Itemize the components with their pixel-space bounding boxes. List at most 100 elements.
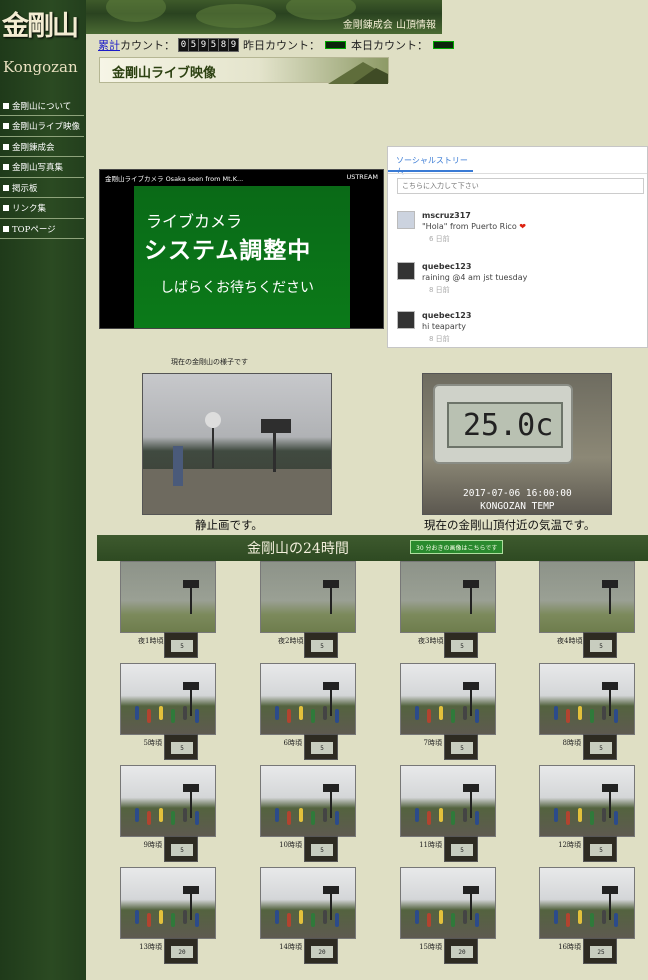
square-bullet-icon (3, 102, 9, 109)
hour-photo[interactable] (539, 765, 635, 837)
hour-temperature[interactable]: 5 (583, 734, 617, 760)
digit: 5 (188, 38, 199, 52)
digit: 8 (218, 38, 229, 52)
hour-label: 15時頃 (419, 943, 442, 951)
hour-photo[interactable] (260, 561, 356, 633)
hour-temperature[interactable]: 5 (583, 836, 617, 862)
hour-label: 6時頃 (283, 739, 302, 747)
post-user[interactable]: mscruz317 (422, 211, 471, 220)
hour-photo[interactable] (400, 663, 496, 735)
stream-line3: しばらくお待ちください (160, 280, 314, 296)
post-message: hi teaparty (422, 322, 466, 331)
nav-label: 金剛山について (12, 101, 72, 112)
hour-cell: 12時頃 5 (539, 765, 635, 862)
hour-temperature[interactable]: 25 (583, 938, 617, 964)
hour-temperature[interactable]: 5 (444, 836, 478, 862)
hour-temperature[interactable]: 5 (304, 734, 338, 760)
nav-item-top[interactable]: TOPページ (0, 219, 84, 239)
tab-social-stream[interactable]: ソーシャルストリーム (388, 147, 473, 176)
post-message: raining @4 am jst tuesday (422, 273, 528, 282)
hour-label: 夜3時頃 (418, 637, 444, 645)
hour-label: 夜4時頃 (557, 637, 583, 645)
hour-photo[interactable] (260, 663, 356, 735)
hour-cell: 夜1時頃 5 (120, 561, 216, 658)
hour-photo[interactable] (400, 867, 496, 939)
hour-cell: 7時頃 5 (400, 663, 496, 760)
nav-label: 金剛錬成会 (12, 142, 55, 153)
still-caption: 静止画です。 (195, 518, 263, 532)
hour-temperature-value: 5 (311, 844, 333, 856)
social-post: quebec123 raining @4 am jst tuesday 8 日前 (397, 258, 642, 302)
cumulative-link[interactable]: 累計 (98, 37, 120, 53)
avatar[interactable] (397, 211, 415, 229)
hour-photo[interactable] (539, 561, 635, 633)
post-user[interactable]: quebec123 (422, 311, 471, 320)
hour-label: 夜1時頃 (138, 637, 164, 645)
today-led (433, 41, 454, 49)
nav-item-about[interactable]: 金剛山について (0, 96, 84, 116)
hour-photo[interactable] (400, 561, 496, 633)
hour-cell: 14時頃 20 (260, 867, 356, 964)
hour-label: 13時頃 (139, 943, 162, 951)
digit: 0 (178, 38, 189, 52)
hour-temperature[interactable]: 20 (444, 938, 478, 964)
sidebar-nav: 金剛山について 金剛山ライブ映像 金剛錬成会 金剛山写真集 掲示板 リンク集 T… (0, 96, 84, 240)
hour-temperature[interactable]: 5 (304, 632, 338, 658)
hour-temperature-value: 5 (590, 844, 612, 856)
avatar[interactable] (397, 311, 415, 329)
social-input[interactable] (397, 178, 644, 194)
temperature-photo[interactable]: 25.0c 2017-07-06 16:00:00 KONGOZAN TEMP (422, 373, 612, 515)
hour-temperature[interactable]: 5 (164, 734, 198, 760)
hour-photo[interactable] (260, 867, 356, 939)
live-stream-player[interactable]: 金剛山ライブカメラ Osaka seen from Mt.K... USTREA… (99, 169, 384, 329)
stream-line1: ライブカメラ (146, 212, 243, 231)
half-hour-images-button[interactable]: 30 分おきの画像はこちらです (410, 540, 504, 554)
avatar[interactable] (397, 262, 415, 280)
nav-item-club[interactable]: 金剛錬成会 (0, 137, 84, 157)
hour-label: 9時頃 (143, 841, 162, 849)
nav-item-photos[interactable]: 金剛山写真集 (0, 158, 84, 178)
hour-cell: 15時頃 20 (400, 867, 496, 964)
hour-photo[interactable] (400, 765, 496, 837)
hour-temperature[interactable]: 5 (444, 632, 478, 658)
site-logo[interactable]: 金剛山 Kongozan (0, 0, 86, 86)
hour-temperature-value: 5 (590, 742, 612, 754)
post-user[interactable]: quebec123 (422, 262, 471, 271)
hour-cell: 6時頃 5 (260, 663, 356, 760)
hour-photo[interactable] (120, 663, 216, 735)
hour-cell: 夜4時頃 5 (539, 561, 635, 658)
hour-temperature-value: 5 (171, 742, 193, 754)
hour-photo[interactable] (120, 867, 216, 939)
hours24-title: 金剛山の24時間 (247, 541, 349, 557)
social-post: quebec123 hi teaparty 8 日前 (397, 307, 642, 347)
post-time: 6 日前 (429, 235, 450, 243)
hour-photo[interactable] (120, 561, 216, 633)
hour-label: 夜2時頃 (278, 637, 304, 645)
hour-temperature[interactable]: 5 (444, 734, 478, 760)
hour-temperature-value: 5 (311, 742, 333, 754)
hour-temperature[interactable]: 5 (304, 836, 338, 862)
summit-still-photo[interactable] (142, 373, 332, 515)
post-message: "Hola" from Puerto Rico ❤ (422, 222, 526, 231)
logo-roman: Kongozan (3, 58, 78, 76)
hour-photo[interactable] (539, 867, 635, 939)
hour-temperature[interactable]: 20 (304, 938, 338, 964)
hour-temperature-value: 5 (451, 844, 473, 856)
nav-label: 金剛山ライブ映像 (12, 122, 81, 132)
nav-item-bbs[interactable]: 掲示板 (0, 178, 84, 198)
hour-temperature-value: 20 (171, 946, 193, 958)
hour-temperature-value: 5 (590, 640, 612, 652)
hour-temperature[interactable]: 20 (164, 938, 198, 964)
hour-photo[interactable] (120, 765, 216, 837)
hour-photo[interactable] (539, 663, 635, 735)
hour-temperature[interactable]: 5 (164, 632, 198, 658)
nav-item-live[interactable]: 金剛山ライブ映像 (0, 117, 84, 137)
stream-line2: システム調整中 (144, 238, 312, 264)
nav-item-links[interactable]: リンク集 (0, 199, 84, 219)
hour-cell: 8時頃 5 (539, 663, 635, 760)
hour-temperature[interactable]: 5 (164, 836, 198, 862)
hour-temperature[interactable]: 5 (583, 632, 617, 658)
count-label: カウント： (120, 39, 175, 52)
nav-label: リンク集 (12, 204, 47, 214)
hour-photo[interactable] (260, 765, 356, 837)
